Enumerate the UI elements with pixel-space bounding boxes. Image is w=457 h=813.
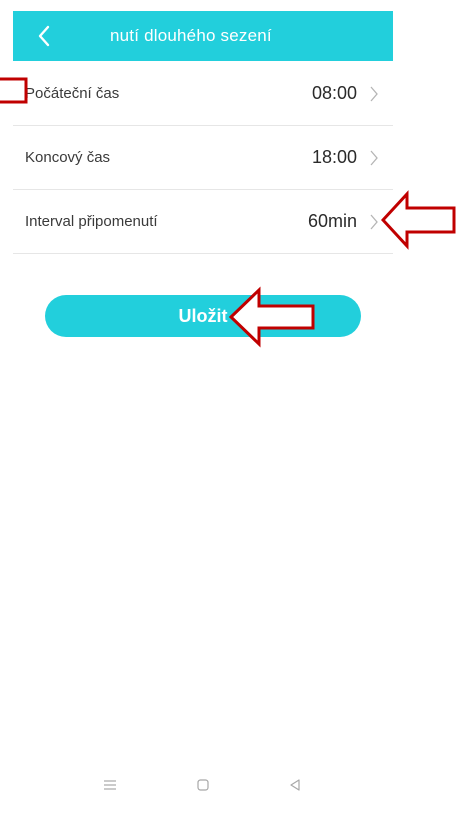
- home-icon: [197, 779, 209, 791]
- page-title: nutí dlouhého sezení: [110, 26, 272, 45]
- reminder-interval-label: Interval připomenutí: [25, 213, 158, 230]
- back-nav-button[interactable]: [280, 770, 310, 800]
- save-button[interactable]: Uložit: [45, 295, 361, 337]
- system-nav-bar: [0, 760, 457, 813]
- header-bar: nutí dlouhého sezení: [13, 11, 393, 61]
- end-time-value: 18:00: [311, 147, 357, 167]
- start-time-row[interactable]: Počáteční čas 08:00: [13, 62, 393, 126]
- menu-icon: [104, 780, 116, 790]
- save-button-label: Uložit: [178, 305, 228, 326]
- back-button[interactable]: [27, 19, 61, 53]
- chevron-right-icon: [370, 214, 378, 230]
- back-triangle-icon: [290, 779, 300, 791]
- end-time-row[interactable]: Koncový čas 18:00: [13, 126, 393, 190]
- chevron-left-icon: [38, 25, 50, 47]
- end-time-label: Koncový čas: [25, 149, 111, 166]
- chevron-right-icon: [370, 150, 378, 166]
- start-time-label: Počáteční čas: [25, 85, 120, 102]
- chevron-right-icon: [370, 86, 378, 102]
- settings-list: Počáteční čas 08:00 Koncový čas 18:00 In…: [13, 62, 393, 254]
- reminder-interval-value: 60min: [307, 211, 357, 231]
- start-time-value: 08:00: [311, 83, 357, 103]
- menu-button[interactable]: [95, 770, 125, 800]
- home-button[interactable]: [188, 770, 218, 800]
- reminder-interval-row[interactable]: Interval připomenutí 60min: [13, 190, 393, 254]
